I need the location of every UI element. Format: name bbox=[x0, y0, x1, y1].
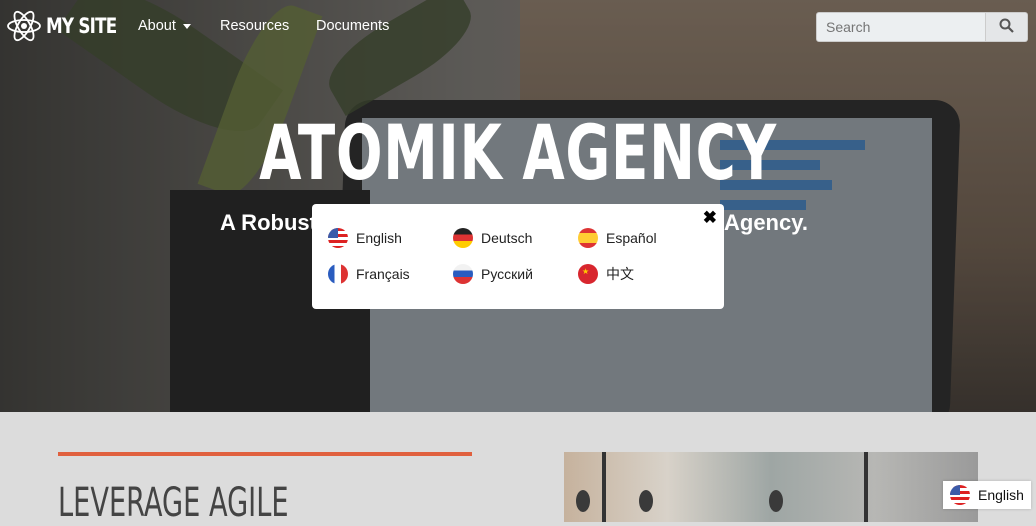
us-flag-icon bbox=[328, 228, 348, 248]
brand-logo[interactable]: MY SITE bbox=[6, 9, 134, 43]
ru-flag-icon bbox=[453, 264, 473, 284]
brand-name: MY SITE bbox=[46, 14, 117, 38]
language-english[interactable]: English bbox=[328, 228, 402, 248]
language-chinese[interactable]: ★ 中文 bbox=[578, 264, 634, 284]
nav-about-label: About bbox=[138, 18, 176, 34]
hero-title: ATOMIK AGENCY bbox=[259, 108, 777, 197]
hero-subtitle-left: A Robust bbox=[220, 210, 317, 235]
language-espanol[interactable]: Español bbox=[578, 228, 657, 248]
language-russian[interactable]: Русский bbox=[453, 264, 533, 284]
search-input[interactable] bbox=[816, 12, 986, 42]
navbar: MY SITE About Resources Documents bbox=[0, 0, 1036, 52]
fr-flag-icon bbox=[328, 264, 348, 284]
language-label: Deutsch bbox=[481, 230, 533, 246]
search-form bbox=[816, 12, 1028, 42]
language-label: English bbox=[356, 230, 402, 246]
language-label: 中文 bbox=[606, 266, 634, 282]
language-francais[interactable]: Français bbox=[328, 264, 410, 284]
language-modal: ✖ English Deutsch Español Français Русск… bbox=[312, 204, 724, 309]
nav-about[interactable]: About bbox=[138, 18, 191, 34]
language-button-label: English bbox=[978, 487, 1024, 503]
de-flag-icon bbox=[453, 228, 473, 248]
es-flag-icon bbox=[578, 228, 598, 248]
language-selector-button[interactable]: English bbox=[943, 481, 1031, 509]
nav-documents[interactable]: Documents bbox=[316, 18, 389, 34]
section-heading: LEVERAGE AGILE bbox=[58, 480, 289, 526]
language-label: Русский bbox=[481, 266, 533, 282]
accent-divider bbox=[58, 452, 472, 456]
search-button[interactable] bbox=[986, 12, 1028, 42]
hero-subtitle-right: Agency. bbox=[724, 210, 808, 235]
cn-flag-icon: ★ bbox=[578, 264, 598, 284]
caret-down-icon bbox=[182, 23, 191, 29]
nav-resources[interactable]: Resources bbox=[220, 18, 289, 34]
language-label: Español bbox=[606, 230, 657, 246]
us-flag-icon bbox=[950, 485, 970, 505]
search-icon bbox=[999, 18, 1014, 33]
section-image bbox=[564, 452, 978, 522]
close-icon[interactable]: ✖ bbox=[703, 208, 717, 228]
atom-icon bbox=[7, 10, 41, 42]
language-label: Français bbox=[356, 266, 410, 282]
language-deutsch[interactable]: Deutsch bbox=[453, 228, 532, 248]
